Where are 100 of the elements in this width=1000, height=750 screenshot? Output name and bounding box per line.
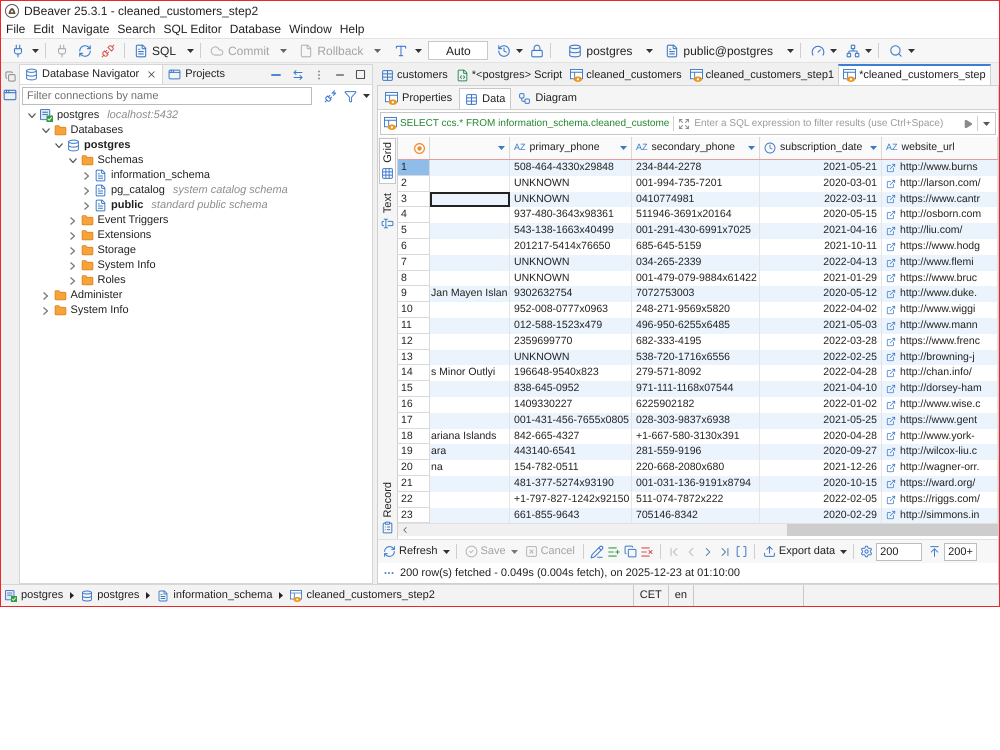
- chevron-down-icon[interactable]: [28, 113, 36, 118]
- row-number[interactable]: 10: [398, 302, 430, 318]
- filter-icon[interactable]: [344, 90, 357, 102]
- table-row[interactable]: 10 952-008-0777x0963 248-271-9569x5820 2022-04-02 http://www.wiggi: [398, 302, 998, 318]
- caret-icon[interactable]: [374, 48, 382, 52]
- chevron-down-icon[interactable]: [68, 158, 76, 163]
- maximize-icon[interactable]: [355, 69, 366, 80]
- unplug-icon[interactable]: [101, 44, 115, 58]
- row-number[interactable]: 22: [398, 492, 430, 508]
- caret-icon[interactable]: [32, 48, 39, 52]
- caret-icon[interactable]: [646, 48, 654, 52]
- view-tab[interactable]: Text: [379, 190, 396, 233]
- breadcrumb-item[interactable]: postgres: [97, 587, 140, 604]
- external-link-icon[interactable]: [886, 210, 896, 220]
- close-icon[interactable]: [146, 69, 158, 80]
- list-plus-icon[interactable]: [606, 544, 621, 558]
- caret-icon[interactable]: [983, 122, 990, 126]
- menu-item[interactable]: Database: [228, 20, 282, 38]
- row-number[interactable]: 7: [398, 254, 430, 271]
- table-row[interactable]: 15 838-645-0952 971-111-1168x07544 2021-04-10 http://dorsey-ham: [398, 381, 998, 397]
- table-row[interactable]: 1 508-464-4330x29848 234-844-2278 2021-05-21 http://www.burns: [398, 160, 998, 176]
- arrow-up-to-line-icon[interactable]: [928, 545, 942, 558]
- plug-icon[interactable]: [324, 89, 338, 103]
- table-row[interactable]: 13 UNKNOWN 538-720-1716x6556 2022-02-25 http://browning-j: [398, 350, 998, 366]
- external-link-icon[interactable]: [886, 273, 896, 284]
- row-number[interactable]: 13: [398, 350, 430, 366]
- caret-icon[interactable]: [830, 48, 837, 52]
- row-number[interactable]: 5: [398, 223, 430, 239]
- expand-icon[interactable]: [678, 118, 690, 130]
- row-number[interactable]: 8: [398, 270, 430, 286]
- caret-icon[interactable]: [786, 48, 794, 52]
- tree-item[interactable]: System Info: [98, 257, 156, 274]
- tree-item[interactable]: public: [111, 197, 144, 214]
- table-row[interactable]: 18 ariana Islands 842-665-4327 +1-667-580-3130x391 2020-04-28 http://www.york-: [398, 428, 998, 444]
- chevron-right-icon[interactable]: [43, 292, 48, 300]
- external-link-icon[interactable]: [886, 352, 896, 362]
- editor-tab[interactable]: cleaned_customers_step1: [686, 64, 838, 85]
- network-icon[interactable]: [846, 44, 860, 58]
- menu-item[interactable]: File: [5, 20, 26, 38]
- table-row[interactable]: 3 UNKNOWN 0410774981 2022-03-11 https://www.cantr: [398, 192, 998, 208]
- tree-item[interactable]: postgres: [57, 107, 100, 124]
- lock-icon[interactable]: [530, 44, 544, 58]
- plug-icon[interactable]: [55, 44, 69, 58]
- tree-item[interactable]: Databases: [70, 122, 124, 139]
- gauge-icon[interactable]: [810, 44, 825, 58]
- external-link-icon[interactable]: [886, 242, 896, 252]
- sub-tab[interactable]: Data: [459, 88, 512, 109]
- tree-item[interactable]: postgres: [84, 137, 130, 154]
- row-number[interactable]: 12: [398, 334, 430, 350]
- schema-selector[interactable]: public@postgres: [662, 42, 776, 60]
- external-link-icon[interactable]: [886, 336, 896, 347]
- table-row[interactable]: 8 UNKNOWN 001-479-079-9884x61422 2021-01-29 https://www.bruc: [398, 270, 998, 286]
- settings-icon[interactable]: [860, 545, 874, 558]
- breadcrumb-item[interactable]: cleaned_customers_step2: [306, 587, 435, 604]
- external-link-icon[interactable]: [886, 305, 896, 316]
- column-header[interactable]: AZ secondary_phone: [632, 137, 760, 159]
- row-number[interactable]: 16: [398, 396, 430, 413]
- row-number[interactable]: 19: [398, 444, 430, 460]
- chevron-right-icon[interactable]: [84, 172, 88, 180]
- chevron-down-icon[interactable]: [55, 143, 63, 148]
- tree-item[interactable]: System Info: [70, 302, 129, 319]
- row-number[interactable]: 18: [398, 428, 430, 444]
- table-row[interactable]: 2 UNKNOWN 001-994-735-7201 2020-03-01 http://larson.com/: [398, 176, 998, 192]
- tree-item[interactable]: Event Triggers: [98, 212, 168, 229]
- menu-item[interactable]: Help: [338, 20, 366, 38]
- window-icon[interactable]: [3, 88, 17, 102]
- chevron-down-icon[interactable]: [42, 128, 50, 133]
- external-link-icon[interactable]: [886, 384, 896, 394]
- connection-selector[interactable]: postgres: [565, 42, 636, 60]
- copy-icon[interactable]: [624, 545, 637, 558]
- external-link-icon[interactable]: [886, 320, 896, 331]
- tree-item[interactable]: pg_catalog: [111, 182, 165, 199]
- row-number[interactable]: 21: [398, 476, 430, 492]
- overlapping-squares-icon[interactable]: [4, 71, 16, 82]
- sql-button[interactable]: SQL: [131, 42, 180, 60]
- chevron-right-icon[interactable]: [70, 276, 75, 284]
- caret-icon[interactable]: [415, 48, 422, 52]
- row-number[interactable]: 14: [398, 365, 430, 382]
- caret-icon[interactable]: [363, 94, 370, 98]
- external-link-icon[interactable]: [886, 494, 896, 505]
- tree-item[interactable]: information_schema: [111, 167, 210, 184]
- table-row[interactable]: 20 na 154-782-0511 220-668-2080x680 2021-12-26 http://wagner-orr.: [398, 460, 998, 476]
- external-link-icon[interactable]: [886, 226, 896, 236]
- caret-icon[interactable]: [442, 550, 450, 554]
- view-tab[interactable]: Record: [379, 478, 396, 537]
- row-number[interactable]: 2: [398, 176, 430, 192]
- menu-item[interactable]: Edit: [32, 20, 56, 38]
- external-link-icon[interactable]: [886, 478, 896, 489]
- refresh-icon[interactable]: [78, 44, 92, 58]
- column-header[interactable]: AZ website_url: [882, 137, 998, 159]
- filter-expression-field[interactable]: Enter a SQL expression to filter results (use Ctrl+Space): [694, 113, 959, 134]
- list-x-icon[interactable]: [640, 544, 654, 558]
- fetch-size-field[interactable]: 200: [876, 542, 922, 560]
- row-number[interactable]: 17: [398, 412, 430, 429]
- tree-item[interactable]: Schemas: [98, 152, 144, 169]
- editor-tab[interactable]: *<postgres> Script: [452, 64, 566, 85]
- external-link-icon[interactable]: [886, 194, 896, 204]
- menu-item[interactable]: Navigate: [61, 20, 110, 38]
- external-link-icon[interactable]: [886, 510, 896, 520]
- filter-field[interactable]: Filter connections by name: [22, 87, 312, 105]
